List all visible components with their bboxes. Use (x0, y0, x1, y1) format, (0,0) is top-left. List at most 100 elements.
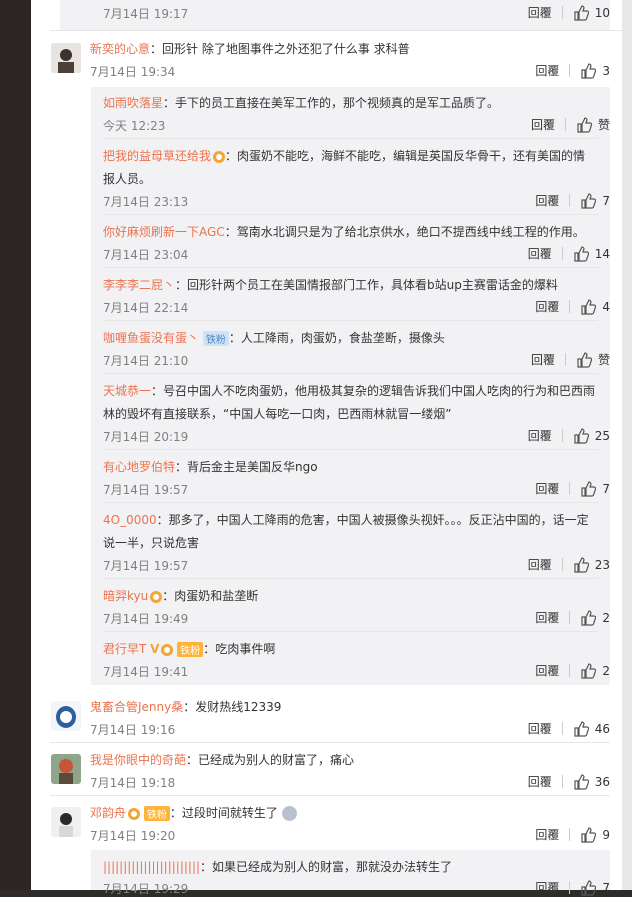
username-link[interactable]: 有心地罗伯特 (103, 460, 175, 474)
reply-button[interactable]: 回覆 (531, 116, 555, 133)
comment-actions: 回覆 7 (535, 192, 610, 209)
like-button[interactable]: 2 (580, 662, 610, 679)
sub-comment-text: 暗羿kyu ：肉蛋奶和盐垄断 (103, 589, 259, 603)
like-count: 9 (602, 827, 610, 842)
comment-date: 7月14日 19:29 (103, 882, 189, 896)
like-button[interactable]: 7 (580, 480, 610, 497)
comment-date: 7月14日 23:13 (103, 195, 189, 209)
like-count: 赞 (597, 353, 610, 367)
sub-comment-text: 如雨吹落星：手下的员工直接在美军工作的，那个视频真的是军工品质了。 (103, 96, 500, 110)
reply-button[interactable]: 回覆 (535, 826, 559, 843)
comment-actions: 回覆 25 (528, 427, 610, 444)
sub-comment-text: 你好麻烦刷新一下AGC：驾南水北调只是为了给北京供水，绝口不提西线中线工程的作用… (103, 225, 585, 239)
verified-icon: V (150, 642, 160, 656)
like-button[interactable]: 赞 (576, 351, 610, 368)
comment-actions: 回覆 赞 (531, 116, 610, 133)
fan-badge: 铁粉 (177, 642, 204, 657)
comment-actions: 回覆 9 (535, 826, 610, 843)
reply-button[interactable]: 回覆 (528, 556, 552, 573)
reply-button[interactable]: 回覆 (535, 609, 559, 626)
like-count: 46 (594, 721, 610, 736)
comment-actions: 回覆 3 (535, 62, 610, 79)
avatar[interactable] (51, 807, 81, 837)
like-button[interactable]: 7 (580, 192, 610, 209)
comment-date: 7月14日 19:20 (90, 829, 176, 843)
username-link[interactable]: 新奕的心意 (90, 42, 150, 56)
like-button[interactable]: 36 (573, 773, 610, 790)
scrollbar-track[interactable] (622, 0, 632, 890)
username-link[interactable]: 4O_0000 (103, 513, 157, 527)
comment-actions: 回覆 7 (535, 480, 610, 497)
like-button[interactable]: 4 (580, 298, 610, 315)
username-link[interactable]: 暗羿kyu (103, 589, 148, 603)
username-link[interactable]: 李李李二屁丶 (103, 278, 175, 292)
reply-button[interactable]: 回覆 (528, 427, 552, 444)
avatar[interactable] (51, 43, 81, 73)
username-link[interactable]: 你好麻烦刷新一下AGC (103, 225, 225, 239)
reply-button[interactable]: 回覆 (528, 720, 552, 737)
reply-button[interactable]: 回覆 (535, 879, 559, 896)
sub-comment-text: 李李李二屁丶：回形针两个员工在美国情报部门工作，具体看b站up主赛雷话金的爆料 (103, 278, 558, 292)
vip-icon (150, 590, 163, 603)
like-button[interactable]: 14 (573, 245, 610, 262)
thumbs-up-icon (574, 773, 589, 790)
thumbs-up-icon (581, 298, 597, 315)
like-button[interactable]: 2 (580, 609, 610, 626)
like-button[interactable]: 25 (573, 427, 610, 444)
like-button[interactable]: 23 (573, 556, 610, 573)
like-button[interactable]: 10 (573, 4, 610, 21)
comment-actions: 回覆 赞 (531, 351, 610, 368)
sub-comment-text: 把我的益母草还给我 ：肉蛋奶不能吃，海鲜不能吃，编辑是英国反华骨干，还有美国的情 (103, 149, 586, 163)
left-background (0, 0, 31, 890)
thumbs-up-icon (574, 245, 589, 262)
comment-date: 7月14日 21:10 (103, 354, 189, 368)
reply-button[interactable]: 回覆 (535, 480, 559, 497)
like-button[interactable]: 3 (580, 62, 610, 79)
comment-date: 7月14日 19:18 (90, 776, 176, 790)
username-link[interactable]: |||||||||||||||||||||||| (103, 860, 200, 874)
reply-button[interactable]: 回覆 (528, 4, 552, 21)
like-button[interactable]: 赞 (576, 116, 610, 133)
comment-actions: 回覆 4 (535, 298, 610, 315)
username-link[interactable]: 鬼畜合管Jenny桑 (90, 700, 183, 714)
like-count: 2 (602, 610, 610, 625)
username-link[interactable]: 我是你眼中的奇葩 (90, 753, 186, 767)
comment-actions: 回覆 46 (528, 720, 610, 737)
vip-icon (128, 807, 141, 820)
username-link[interactable]: 君行早T (103, 642, 146, 656)
like-button[interactable]: 7 (580, 879, 610, 896)
avatar[interactable] (51, 754, 81, 784)
reply-button[interactable]: 回覆 (535, 298, 559, 315)
comment-actions: 回覆 36 (528, 773, 610, 790)
reply-button[interactable]: 回覆 (535, 192, 559, 209)
reply-button[interactable]: 回覆 (528, 773, 552, 790)
username-link[interactable]: 如雨吹落星 (103, 96, 163, 110)
comment-actions: 回覆 23 (528, 556, 610, 573)
comment-actions: 回覆 7 (535, 879, 610, 896)
username-link[interactable]: 天城恭一 (103, 384, 151, 398)
username-link[interactable]: 把我的益母草还给我 (103, 149, 211, 163)
thumbs-up-icon (577, 351, 592, 368)
reply-button[interactable]: 回覆 (531, 351, 555, 368)
thumbs-up-icon (581, 609, 597, 626)
like-count: 4 (602, 299, 610, 314)
like-count: 2 (602, 663, 610, 678)
like-button[interactable]: 46 (573, 720, 610, 737)
like-count: 14 (594, 246, 610, 261)
comment-text-line: 新奕的心意：回形针 除了地图事件之外还犯了什么事 求科普 (90, 42, 410, 56)
username-link[interactable]: 邓韵舟 (90, 806, 126, 820)
sub-comment-text: 有心地罗伯特：背后金主是美国反华ngo (103, 460, 318, 474)
comment-date: 7月14日 19:41 (103, 665, 189, 679)
sub-comment-text: ||||||||||||||||||||||||：如果已经成为别人的财富，那就没… (103, 860, 453, 874)
avatar[interactable] (51, 701, 81, 731)
reply-button[interactable]: 回覆 (535, 62, 559, 79)
sub-comment-text-cont: 报人员。 (103, 172, 152, 186)
thumbs-up-icon (581, 879, 597, 896)
comment-date: 7月14日 19:57 (103, 483, 189, 497)
like-button[interactable]: 9 (580, 826, 610, 843)
username-link[interactable]: 咖喱鱼蛋没有蛋丶 (103, 331, 199, 345)
reply-button[interactable]: 回覆 (535, 662, 559, 679)
comment-text-line: 邓韵舟 铁粉 ：过段时间就转生了 (90, 804, 297, 821)
reply-button[interactable]: 回覆 (528, 245, 552, 262)
comment-date: 7月14日 20:19 (103, 430, 189, 444)
